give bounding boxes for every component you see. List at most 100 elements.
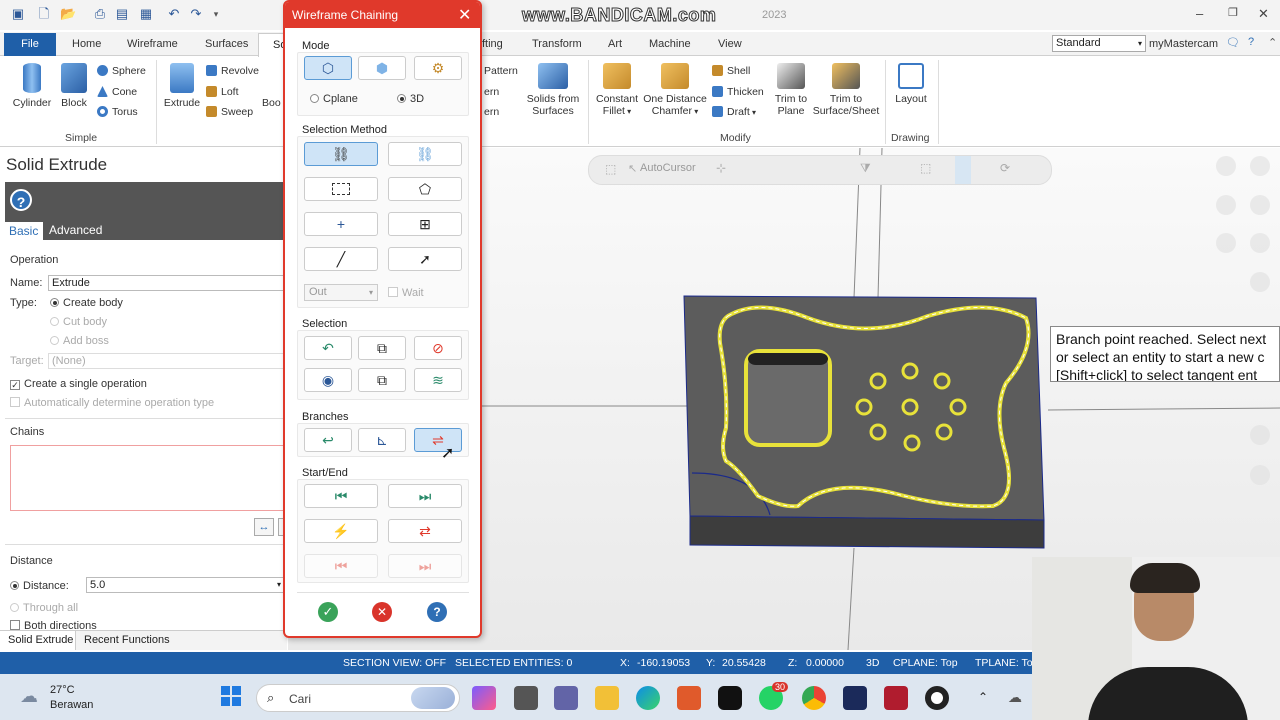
show-hidden-icons-icon[interactable]: ⌃ <box>978 690 988 704</box>
tangent-chain-button[interactable]: ≋ <box>414 368 462 392</box>
circle-icon[interactable] <box>1250 233 1270 253</box>
teams-icon[interactable] <box>554 686 578 710</box>
onedrive-icon[interactable]: ☁ <box>1008 689 1022 706</box>
reverse-chain-button[interactable]: ⇄ <box>388 519 462 543</box>
end-forward-button[interactable]: ⏭ <box>388 554 462 578</box>
vector-method-button[interactable]: ➚ <box>388 247 462 271</box>
dialog-close-icon[interactable]: ✕ <box>458 5 471 25</box>
tab-basic[interactable]: Basic <box>5 222 43 240</box>
3d-radio[interactable]: 3D <box>397 93 424 105</box>
bottom-tab-recent-functions[interactable]: Recent Functions <box>84 634 170 646</box>
tab-transform[interactable]: Transform <box>532 38 582 50</box>
branch-axis-button[interactable]: ⊾ <box>358 428 406 452</box>
tab-advanced[interactable]: Advanced <box>49 223 102 237</box>
extrude-button[interactable]: Extrude <box>162 63 202 109</box>
distance-input[interactable]: 5.0 ▾ <box>86 577 285 593</box>
partial-chain-button[interactable]: ⛓ <box>388 142 462 166</box>
open-folder-icon[interactable]: 📂 <box>60 6 76 22</box>
shell-button[interactable]: Shell <box>712 65 750 77</box>
last-selection-button[interactable]: ◉ <box>304 368 352 392</box>
cplane-radio[interactable]: Cplane <box>310 93 358 105</box>
filter-icon[interactable]: ⧩ <box>860 161 871 176</box>
select-mode-icon[interactable] <box>955 156 971 184</box>
target-input[interactable]: (None) <box>48 353 287 369</box>
new-file-icon[interactable]: 🗋 <box>36 6 52 22</box>
torus-button[interactable]: Torus <box>97 106 138 118</box>
branch-back-button[interactable]: ↩ <box>304 428 352 452</box>
tab-wireframe[interactable]: Wireframe <box>127 38 178 50</box>
weather-condition[interactable]: Berawan <box>50 699 93 711</box>
add-icon[interactable] <box>1250 156 1270 176</box>
taskbar-search[interactable]: ⌕ Cari <box>256 684 460 712</box>
both-directions-checkbox[interactable]: Both directions <box>10 620 97 630</box>
zoom-icon[interactable] <box>1250 465 1270 485</box>
function-icon[interactable] <box>1250 272 1270 292</box>
selected-entities-status[interactable]: SELECTED ENTITIES: 0 <box>455 657 572 669</box>
autocursor-label[interactable]: AutoCursor <box>640 162 696 174</box>
minimize-icon[interactable]: – <box>1196 6 1203 21</box>
snap-icon[interactable]: ⊹ <box>716 161 726 175</box>
pattern-option-1[interactable]: ern <box>484 86 499 98</box>
loft-button[interactable]: Loft <box>206 86 239 98</box>
type-create-body-radio[interactable]: Create body <box>50 297 123 309</box>
area-method-button[interactable]: ⊞ <box>388 212 462 236</box>
ok-button[interactable]: ✓ <box>318 602 338 622</box>
chain-features-button[interactable]: ⧉ <box>358 336 406 360</box>
unselect-last-button[interactable]: ↶ <box>304 336 352 360</box>
print-icon[interactable]: ⎙ <box>92 6 108 22</box>
layout-button[interactable]: Layout <box>891 63 931 105</box>
auto-type-checkbox[interactable]: Automatically determine operation type <box>10 397 214 409</box>
tab-machine[interactable]: Machine <box>649 38 691 50</box>
settings-icon[interactable] <box>1216 195 1236 215</box>
weather-cloud-icon[interactable]: ☁ <box>20 686 38 707</box>
sweep-button[interactable]: Sweep <box>206 106 253 118</box>
cursor-icon[interactable]: ⬚ <box>605 162 616 176</box>
boolean-button[interactable]: Boo <box>262 97 281 109</box>
windows-start-icon[interactable] <box>221 686 241 706</box>
edge-icon[interactable] <box>636 686 660 710</box>
cylinder-button[interactable]: Cylinder <box>10 63 54 109</box>
inside-outside-select[interactable]: Out ▾ <box>304 284 378 301</box>
move-end-forward-button[interactable]: ⏭ <box>388 484 462 508</box>
dialog-help-button[interactable]: ? <box>427 602 447 622</box>
save-icon[interactable]: ▣ <box>10 6 26 22</box>
through-all-radio[interactable]: Through all <box>10 602 78 614</box>
reverse-direction-icon[interactable]: ↔ <box>254 518 274 536</box>
cancel-icon[interactable] <box>1216 233 1236 253</box>
redo-icon[interactable]: ↷ <box>188 6 204 22</box>
grid-icon[interactable] <box>1250 195 1270 215</box>
file-explorer-icon[interactable] <box>595 686 619 710</box>
trim-to-surface-button[interactable]: Trim to Surface/Sheet <box>812 63 880 117</box>
chains-list[interactable] <box>10 445 287 511</box>
refresh-icon[interactable]: ⟳ <box>1000 161 1010 175</box>
bandicam-icon[interactable] <box>925 686 949 710</box>
weather-temperature[interactable]: 27°C <box>50 684 75 696</box>
folder-icon[interactable]: ▦ <box>138 6 154 22</box>
customize-icon[interactable]: ▾ <box>208 6 224 22</box>
tab-art[interactable]: Art <box>608 38 622 50</box>
type-cut-body-radio[interactable]: Cut body <box>50 316 107 328</box>
view-icon[interactable] <box>1250 425 1270 445</box>
thicken-button[interactable]: Thicken <box>712 86 764 98</box>
draft-button[interactable]: Draft ▾ <box>712 106 756 118</box>
tab-view[interactable]: View <box>718 38 742 50</box>
window-method-button[interactable] <box>304 177 378 201</box>
tab-file[interactable]: File <box>4 33 56 56</box>
help-icon[interactable]: ? <box>1248 36 1254 48</box>
chain-method-button[interactable]: ⛓ <box>304 142 378 166</box>
cancel-button[interactable]: ✕ <box>372 602 392 622</box>
tab-drafting[interactable]: fting <box>482 38 503 50</box>
dynamic-start-button[interactable]: ⚡ <box>304 519 378 543</box>
pattern-option-2[interactable]: ern <box>484 106 499 118</box>
cone-button[interactable]: Cone <box>97 86 137 98</box>
single-operation-checkbox[interactable]: ✓ Create a single operation <box>10 378 147 390</box>
block-button[interactable]: Block <box>56 63 92 109</box>
view-mode-status[interactable]: 3D <box>866 657 879 669</box>
solid-mode-button[interactable]: ⬢ <box>358 56 406 80</box>
name-input[interactable]: Extrude <box>48 275 287 291</box>
branch-next-button[interactable]: ⇌ <box>414 428 462 452</box>
tplane-status[interactable]: TPLANE: Top <box>975 657 1038 669</box>
collapse-ribbon-icon[interactable]: ⌃ <box>1268 36 1277 49</box>
chain-options-button[interactable]: ⚙ <box>414 56 462 80</box>
chrome-icon[interactable] <box>802 686 826 710</box>
